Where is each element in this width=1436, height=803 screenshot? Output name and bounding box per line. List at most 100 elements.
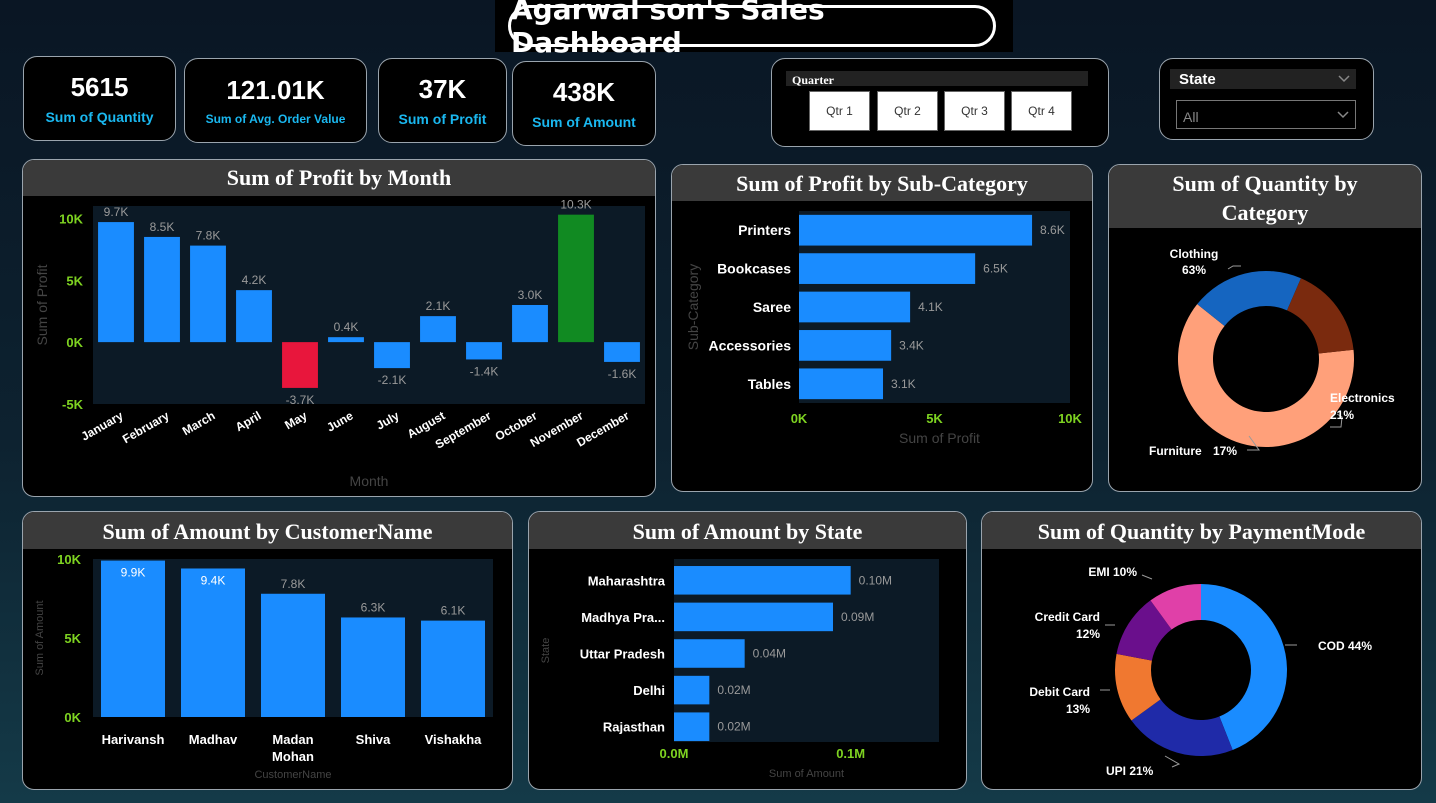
slice-label: Credit Card bbox=[1035, 610, 1100, 624]
quarter-option-qtr2[interactable]: Qtr 2 bbox=[877, 91, 938, 131]
leader-line bbox=[1164, 755, 1181, 768]
state-dropdown[interactable]: All bbox=[1176, 100, 1356, 129]
amount-by-customer-panel: Sum of Amount by CustomerName 10K 5K 0K 9.9… bbox=[22, 511, 513, 790]
x-tick-label: Madan bbox=[272, 732, 313, 747]
x-tick-label: March bbox=[180, 408, 218, 438]
kpi-card-amount: 438K Sum of Amount bbox=[512, 61, 656, 146]
data-label: -2.1K bbox=[378, 373, 407, 387]
chart-title: Sum of Profit by Sub-Category bbox=[672, 165, 1092, 201]
bar bbox=[282, 342, 318, 388]
chevron-down-icon bbox=[1338, 75, 1350, 83]
amount-by-state-chart: Maharashtra 0.10M Madhya Pra... 0.09M Uttar … bbox=[540, 559, 939, 780]
bar bbox=[421, 620, 485, 717]
y-tick-label: Rajasthan bbox=[603, 720, 665, 735]
quarter-slicer: Quarter Qtr 1 Qtr 2 Qtr 3 Qtr 4 bbox=[771, 58, 1109, 147]
slice-label: Clothing bbox=[1170, 247, 1219, 261]
x-tick-label: July bbox=[374, 408, 402, 432]
bar bbox=[799, 214, 1033, 246]
x-tick-label: 0.0M bbox=[660, 746, 689, 761]
x-tick-label: Shiva bbox=[356, 732, 391, 747]
kpi-card-profit: 37K Sum of Profit bbox=[378, 58, 507, 143]
kpi-value: 438K bbox=[552, 77, 616, 107]
bar bbox=[374, 342, 410, 369]
amount-by-customer-chart: 10K 5K 0K 9.9K Harivansh 9.4K Madhav 7.8K Madan M… bbox=[34, 552, 493, 781]
profit-by-month-chart: 10K 5K 0K -5K 9.7K January 8.5K February 7.8K Mar… bbox=[34, 198, 645, 489]
y-tick-label: 10K bbox=[57, 552, 81, 567]
slice-label: Debit Card bbox=[1029, 685, 1090, 699]
quarter-option-qtr3[interactable]: Qtr 3 bbox=[944, 91, 1005, 131]
slice-label: 13% bbox=[1066, 702, 1090, 716]
slice-label: Furniture bbox=[1149, 444, 1202, 458]
quarter-option-qtr1[interactable]: Qtr 1 bbox=[809, 91, 870, 131]
data-label: 8.5K bbox=[150, 220, 175, 234]
data-label: 9.4K bbox=[201, 573, 226, 587]
bar bbox=[101, 560, 165, 717]
y-tick-label: Uttar Pradesh bbox=[580, 647, 665, 662]
quarter-option-qtr4[interactable]: Qtr 4 bbox=[1011, 91, 1072, 131]
slice-label: EMI 10% bbox=[1088, 565, 1137, 579]
bar bbox=[420, 316, 456, 343]
slice-label: 63% bbox=[1182, 263, 1206, 277]
data-label: 0.02M bbox=[717, 720, 750, 734]
state-slicer: State All bbox=[1159, 58, 1374, 140]
y-tick-label: 0K bbox=[64, 710, 81, 725]
data-label: 7.8K bbox=[196, 229, 221, 243]
bar bbox=[674, 602, 833, 632]
slice-label: COD 44% bbox=[1318, 639, 1372, 653]
data-label: 0.10M bbox=[859, 573, 892, 587]
y-tick-label: 5K bbox=[64, 631, 81, 646]
bar bbox=[328, 337, 364, 343]
state-dropdown-value: All bbox=[1183, 109, 1199, 125]
y-axis-title: Sub-Category bbox=[685, 264, 701, 350]
state-slicer-label: State bbox=[1179, 71, 1216, 88]
data-label: 9.9K bbox=[121, 566, 146, 580]
chevron-down-icon bbox=[1337, 111, 1349, 119]
data-label: 3.4K bbox=[899, 338, 924, 352]
state-slicer-header[interactable]: State bbox=[1170, 69, 1356, 89]
x-tick-label: Mohan bbox=[272, 749, 314, 764]
data-label: -3.7K bbox=[286, 393, 315, 407]
chart-title: Sum of Amount by State bbox=[529, 512, 966, 549]
bar bbox=[236, 290, 272, 343]
kpi-value: 37K bbox=[418, 74, 467, 104]
x-tick-label: May bbox=[282, 408, 309, 432]
x-tick-label: April bbox=[233, 408, 264, 434]
y-tick-label: Madhya Pra... bbox=[581, 610, 665, 625]
data-label: 7.8K bbox=[281, 577, 306, 591]
data-label: 3.0K bbox=[518, 288, 543, 302]
data-label: 6.5K bbox=[983, 262, 1008, 276]
data-label: 4.2K bbox=[242, 273, 267, 287]
bar bbox=[181, 568, 245, 717]
x-tick-label: 0.1M bbox=[836, 746, 865, 761]
data-label: 9.7K bbox=[104, 205, 129, 219]
bar bbox=[674, 639, 745, 668]
kpi-value: 121.01K bbox=[226, 75, 325, 105]
profit-by-subcategory-panel: Sum of Profit by Sub-Category Printers 8.… bbox=[671, 164, 1093, 492]
bar bbox=[466, 342, 502, 360]
profit-by-subcategory-chart: Printers 8.6K Bookcases 6.5K Saree 4.1K Access… bbox=[685, 211, 1083, 446]
leader-line bbox=[1141, 574, 1153, 580]
y-tick-label: 5K bbox=[66, 273, 83, 288]
y-tick-label: Saree bbox=[753, 299, 791, 315]
leader-line bbox=[1227, 265, 1241, 270]
data-label: 8.6K bbox=[1040, 223, 1065, 237]
data-label: 4.1K bbox=[918, 300, 943, 314]
x-tick-label: December bbox=[574, 408, 632, 449]
y-tick-label: -5K bbox=[62, 397, 84, 412]
kpi-label: Sum of Quantity bbox=[45, 109, 154, 125]
x-tick-label: 0K bbox=[791, 411, 808, 426]
x-tick-label: 5K bbox=[926, 411, 943, 426]
bar bbox=[190, 245, 226, 343]
bar bbox=[799, 291, 911, 323]
bar bbox=[799, 330, 892, 361]
profit-by-month-panel: Sum of Profit by Month 10K 5K 0K -5K 9.7K Jan… bbox=[22, 159, 656, 497]
data-label: 0.04M bbox=[753, 647, 786, 661]
x-tick-label: Vishakha bbox=[425, 732, 483, 747]
quantity-by-paymentmode-chart: COD 44% UPI 21% Debit Card 13% Credit Card 12… bbox=[1029, 565, 1372, 778]
bar bbox=[261, 593, 325, 717]
y-tick-label: Delhi bbox=[633, 683, 665, 698]
data-label: 6.3K bbox=[361, 600, 386, 614]
quarter-slicer-header: Quarter bbox=[786, 71, 1088, 87]
quantity-by-category-panel: Sum of Quantity by Category Clothing 63% E… bbox=[1108, 164, 1422, 492]
slice-label: UPI 21% bbox=[1106, 764, 1154, 778]
